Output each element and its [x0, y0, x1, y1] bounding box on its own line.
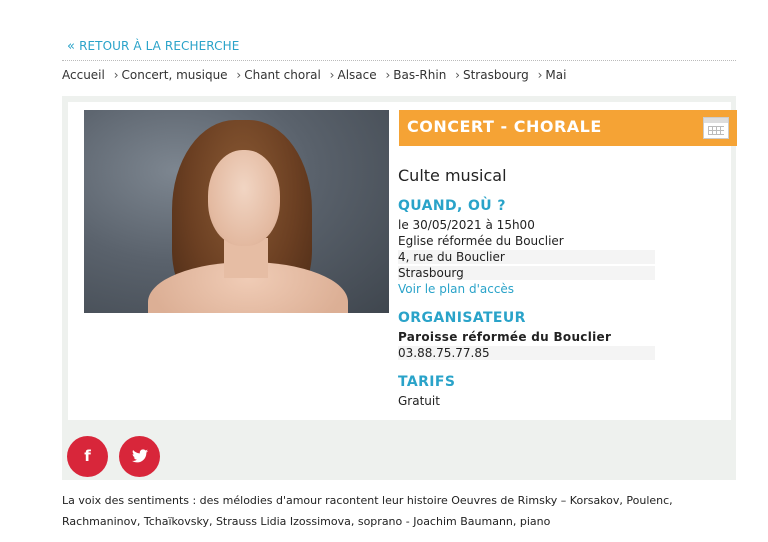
breadcrumb-separator: ›: [537, 68, 543, 82]
twitter-share-button[interactable]: [119, 436, 160, 477]
event-venue: Eglise réformée du Bouclier: [398, 234, 564, 248]
organizer-name: Paroisse réformée du Bouclier: [398, 330, 612, 344]
dotted-divider: [62, 60, 736, 61]
organizer-heading: ORGANISATEUR: [398, 310, 526, 326]
breadcrumb-item-mai[interactable]: Mai: [545, 68, 566, 82]
map-link[interactable]: Voir le plan d'accès: [398, 282, 514, 296]
breadcrumb-separator: ›: [329, 68, 335, 82]
event-panel: CONCERT - CHORALE Culte musical QUAND, O…: [62, 96, 737, 480]
breadcrumb-item-strasbourg[interactable]: Strasbourg: [463, 68, 529, 82]
event-card: CONCERT - CHORALE Culte musical QUAND, O…: [68, 102, 737, 420]
facebook-share-button[interactable]: f: [67, 436, 108, 477]
breadcrumb-separator: ›: [113, 68, 119, 82]
breadcrumb: Accueil › Concert, musique › Chant choral …: [62, 68, 566, 82]
event-address: 4, rue du Bouclier: [398, 250, 655, 264]
breadcrumb-item-accueil[interactable]: Accueil: [62, 68, 105, 82]
breadcrumb-separator: ›: [385, 68, 391, 82]
event-date: le 30/05/2021 à 15h00: [398, 218, 535, 232]
breadcrumb-item-alsace[interactable]: Alsace: [337, 68, 376, 82]
breadcrumb-separator: ›: [236, 68, 242, 82]
breadcrumb-item-chant-choral[interactable]: Chant choral: [244, 68, 321, 82]
double-chevron-left-icon: «: [67, 39, 76, 54]
event-description: La voix des sentiments : des mélodies d'…: [62, 494, 673, 528]
event-city: Strasbourg: [398, 266, 655, 280]
organizer-phone: 03.88.75.77.85: [398, 346, 655, 360]
twitter-icon: [131, 449, 148, 463]
back-to-search-link[interactable]: «RETOUR À LA RECHERCHE: [67, 39, 239, 54]
event-category: CONCERT - CHORALE: [407, 117, 602, 136]
breadcrumb-separator: ›: [455, 68, 460, 82]
when-where-heading: QUAND, OÙ ?: [398, 198, 506, 214]
breadcrumb-item-bas-rhin[interactable]: Bas-Rhin: [393, 68, 446, 82]
calendar-icon[interactable]: [703, 117, 729, 139]
prices-heading: TARIFS: [398, 374, 456, 390]
category-banner: CONCERT - CHORALE: [399, 110, 737, 146]
facebook-icon: f: [84, 447, 91, 465]
event-photo: [84, 110, 389, 313]
breadcrumb-item-concert-musique[interactable]: Concert, musique: [122, 68, 228, 82]
price-value: Gratuit: [398, 394, 440, 408]
event-title: Culte musical: [398, 166, 507, 185]
back-to-search-label: RETOUR À LA RECHERCHE: [79, 39, 240, 53]
